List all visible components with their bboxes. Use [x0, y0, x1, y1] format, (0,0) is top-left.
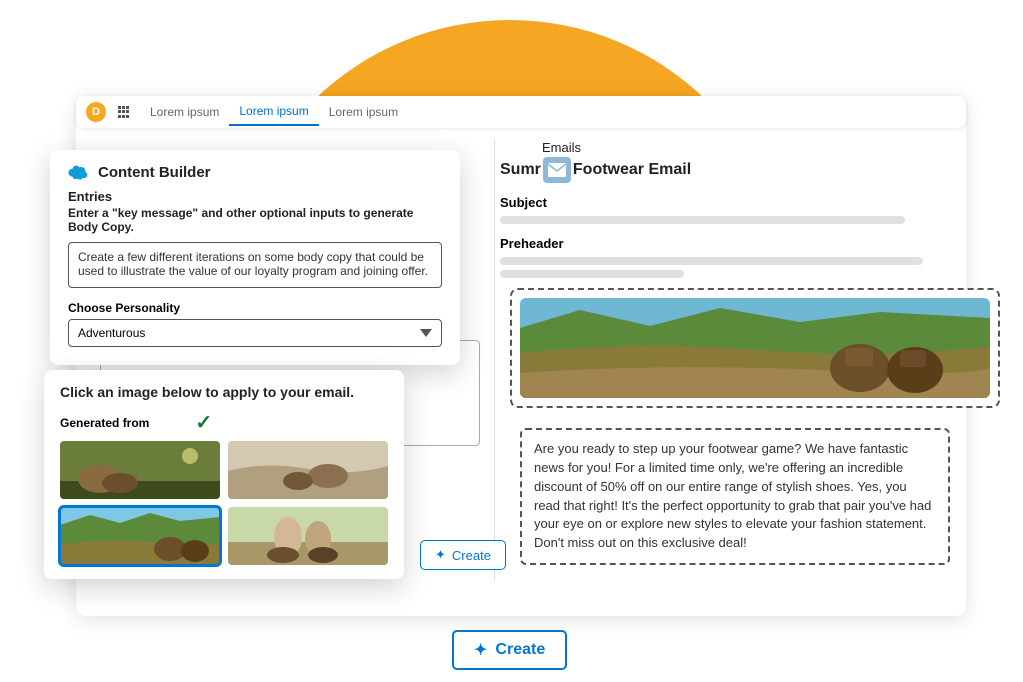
prompt-input[interactable]: [68, 242, 442, 288]
image-thumb-0[interactable]: [60, 441, 220, 499]
entries-description: Enter a "key message" and other optional…: [68, 206, 442, 234]
hero-image: [520, 298, 990, 398]
generated-from-label: Generated from: [60, 416, 149, 430]
content-builder-title: Content Builder: [98, 164, 211, 181]
create-button-small-label: Create: [452, 548, 491, 563]
subject-placeholder: [500, 216, 905, 224]
create-button-large[interactable]: ✦ Create: [452, 630, 567, 670]
image-picker-title: Click an image below to apply to your em…: [60, 384, 388, 400]
hero-image-slot[interactable]: [510, 288, 1000, 408]
chevron-down-icon: [420, 329, 432, 337]
sparkle-icon-large: ✦: [474, 640, 487, 660]
salesforce-cloud-icon: [68, 165, 90, 181]
content-builder-panel: Content Builder Entries Enter a "key mes…: [50, 150, 460, 365]
emails-label: Emails: [542, 140, 960, 155]
app-launcher-icon[interactable]: [118, 106, 130, 118]
avatar[interactable]: D: [86, 102, 106, 122]
image-thumb-1[interactable]: [228, 441, 388, 499]
personality-select[interactable]: Adventurous: [68, 319, 442, 347]
vertical-divider: [494, 140, 495, 580]
preheader-placeholder-2: [500, 270, 684, 278]
email-title-prefix: Sumr: [500, 161, 541, 179]
preheader-placeholder-1: [500, 257, 923, 265]
subject-label: Subject: [500, 195, 960, 210]
preheader-label: Preheader: [500, 236, 960, 251]
email-title-suffix: Footwear Email: [573, 161, 691, 179]
check-icon: ✓: [195, 410, 212, 435]
image-thumb-3[interactable]: [228, 507, 388, 565]
top-bar: D Lorem ipsum Lorem ipsum Lorem ipsum: [76, 96, 966, 128]
email-body-copy[interactable]: Are you ready to step up your footwear g…: [520, 428, 950, 565]
tab-1[interactable]: Lorem ipsum: [229, 98, 318, 126]
entries-label: Entries: [68, 189, 442, 204]
create-button-large-label: Create: [495, 641, 545, 659]
email-icon: [543, 157, 571, 183]
image-picker-panel: Click an image below to apply to your em…: [44, 370, 404, 579]
image-thumb-2[interactable]: [60, 507, 220, 565]
tab-0[interactable]: Lorem ipsum: [140, 99, 229, 125]
sparkle-icon: ✦: [435, 547, 446, 563]
personality-label: Choose Personality: [68, 301, 442, 315]
personality-value: Adventurous: [78, 326, 145, 340]
tab-2[interactable]: Lorem ipsum: [319, 99, 408, 125]
email-preview-pane: Emails Sumr Footwear Email Subject Prehe…: [500, 140, 960, 283]
create-button-small[interactable]: ✦ Create: [420, 540, 506, 570]
